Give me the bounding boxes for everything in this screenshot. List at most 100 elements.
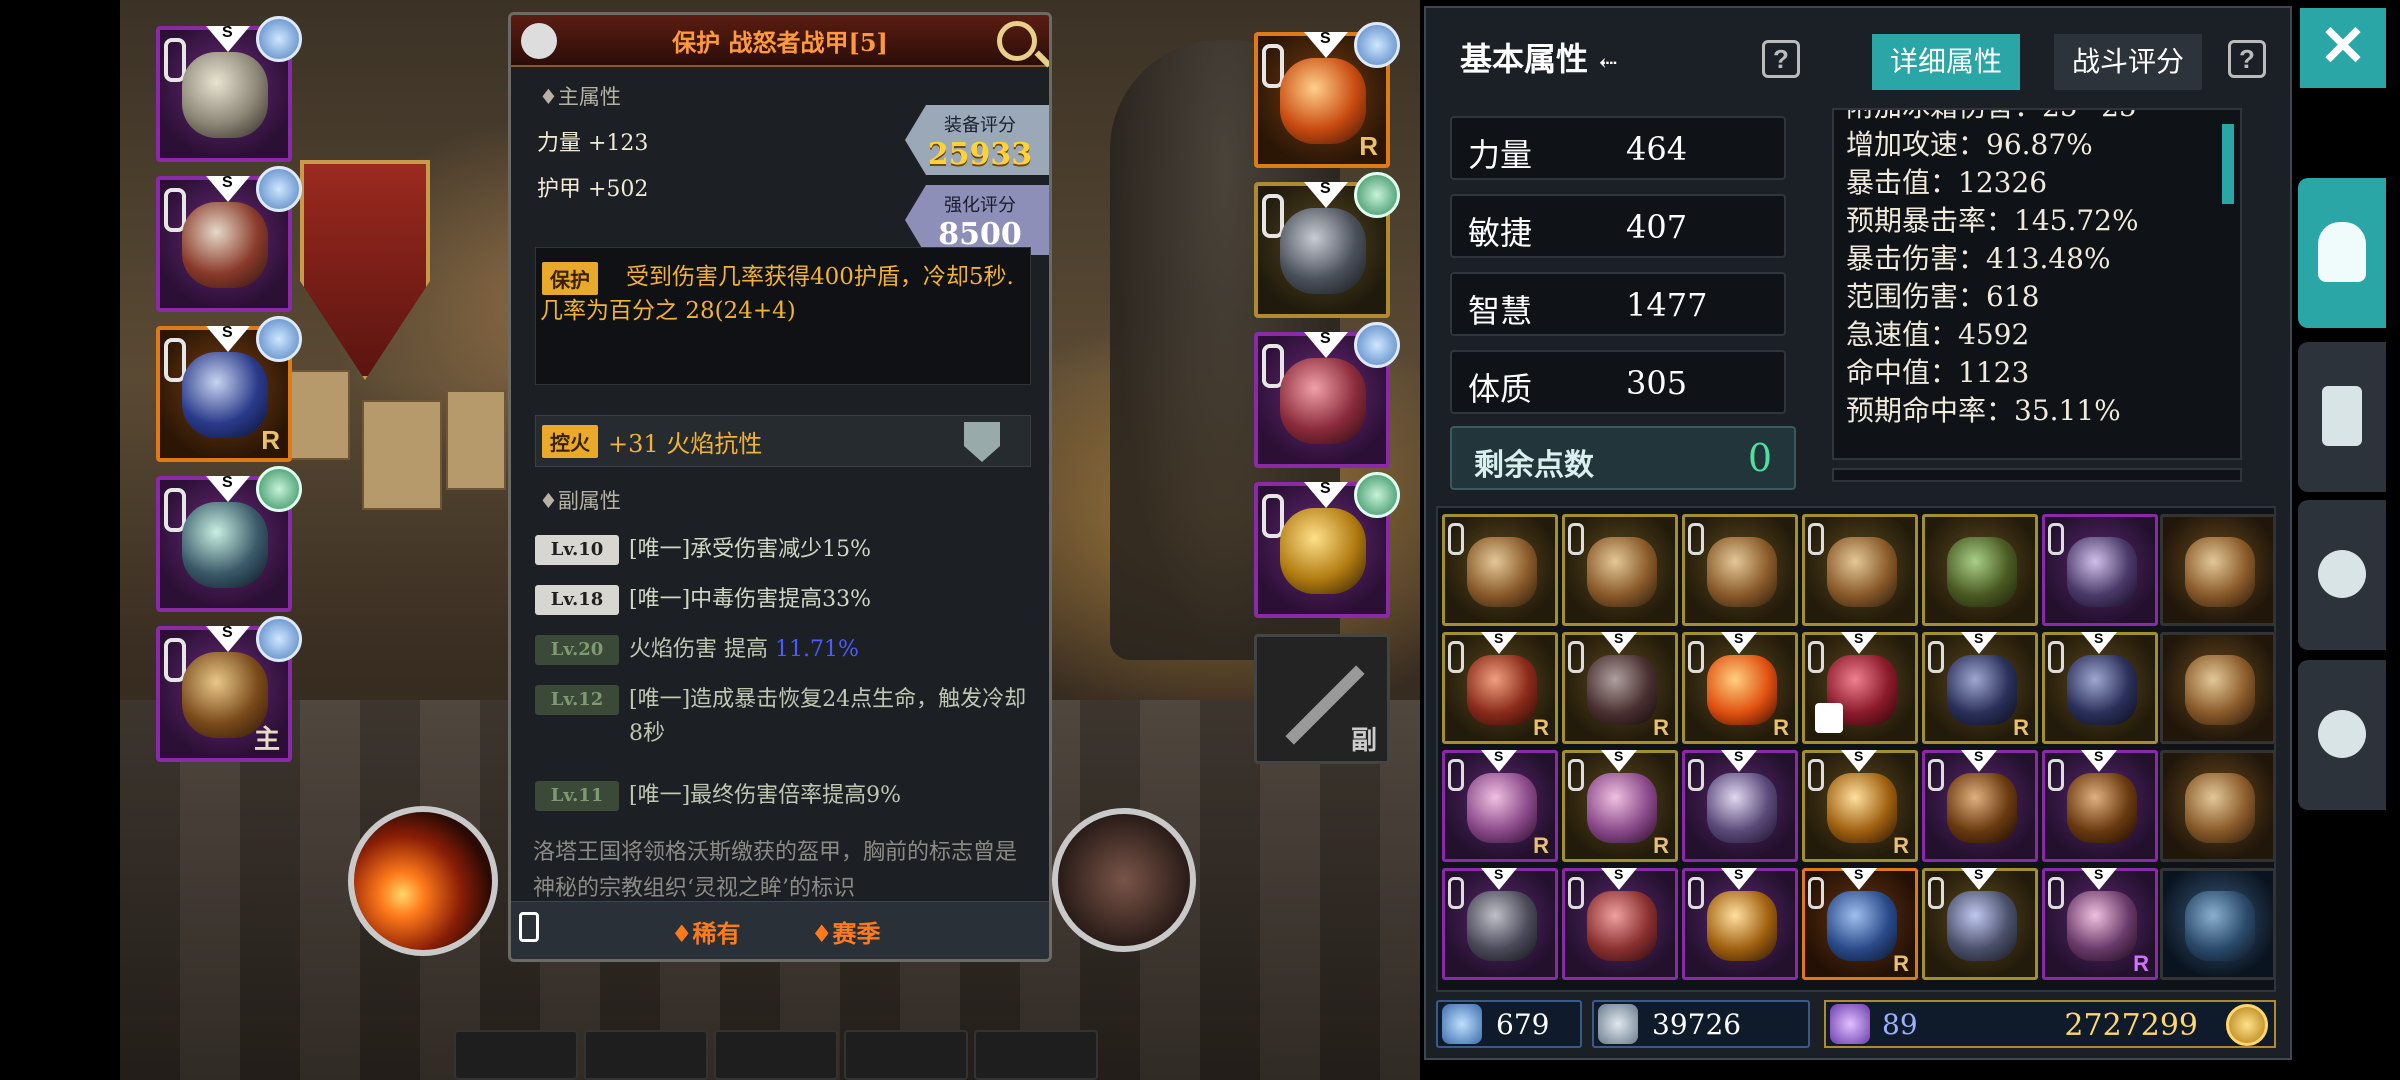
inventory-slot[interactable]: S — [1802, 630, 1918, 744]
side-tab-target[interactable] — [2298, 500, 2386, 650]
equip-slot-ring[interactable]: S — [156, 466, 302, 612]
equip-slot-main-weapon[interactable]: S 主 — [156, 616, 302, 762]
scrollbar[interactable] — [2222, 124, 2234, 204]
wanted-poster — [362, 400, 442, 510]
chain-icon — [2048, 759, 2064, 791]
stat-value: 1477 — [1626, 286, 1708, 324]
bottom-slot[interactable] — [454, 1030, 578, 1080]
bottom-slot[interactable] — [974, 1030, 1098, 1080]
inventory-slot[interactable]: SR — [1562, 748, 1678, 862]
inventory-slot[interactable]: SR — [1442, 748, 1558, 862]
rank-badge-icon — [1354, 322, 1400, 368]
inventory-slot[interactable] — [1562, 514, 1678, 626]
inventory-bag-slot[interactable] — [2160, 868, 2276, 980]
sub-attr-text: [唯一]中毒伤害提高33% — [629, 587, 872, 612]
inventory-slot[interactable]: S — [2042, 748, 2158, 862]
sub-attr-highlight: 11.71% — [775, 637, 859, 662]
inventory-bag-slot[interactable] — [2160, 750, 2276, 862]
s-grade-tag: S — [1481, 866, 1517, 890]
tab-battle-score[interactable]: 战斗评分 — [2054, 34, 2203, 90]
rare-marker: R — [1533, 833, 1549, 858]
s-grade-tag: S — [1961, 748, 1997, 772]
equip-slot-helmet[interactable]: S — [156, 16, 302, 162]
equip-slot-necklace[interactable]: S R — [1254, 22, 1400, 168]
side-tab-settings[interactable] — [2298, 660, 2386, 810]
inventory-slot[interactable]: SR — [1802, 866, 1918, 980]
inventory-slot[interactable]: SR — [1442, 630, 1558, 744]
equip-slot-gloves[interactable]: S — [1254, 172, 1400, 318]
inventory-slot[interactable] — [2042, 514, 2158, 626]
tab-detail-attrs[interactable]: 详细属性 — [1872, 34, 2021, 90]
rare-marker: R — [1653, 833, 1669, 858]
inventory-slot[interactable]: S — [2042, 630, 2158, 744]
crystal-sword-icon — [1442, 1004, 1482, 1044]
chain-icon — [1448, 641, 1464, 673]
gear-icon — [2318, 710, 2366, 758]
inventory-slot[interactable]: S — [1922, 748, 2038, 862]
leg-armor-icon — [182, 352, 268, 438]
equip-slot-off-hand[interactable]: 副 — [1254, 634, 1390, 764]
season-label: ♦赛季 — [811, 919, 881, 948]
chain-icon — [1568, 877, 1584, 909]
s-grade-tag: S — [1841, 630, 1877, 654]
side-tab-equipment[interactable] — [2298, 178, 2386, 328]
inventory-slot[interactable]: SR — [1922, 630, 2038, 744]
off-hand-label: 副 — [1350, 726, 1377, 756]
rare-marker: R — [1893, 833, 1909, 858]
basic-attr-title: 基本属性 ⇠ — [1460, 40, 1618, 78]
help-icon[interactable]: ? — [2228, 40, 2266, 78]
inventory-slot[interactable] — [1802, 514, 1918, 626]
fire-meteor-skill-icon[interactable] — [348, 806, 498, 956]
s-grade-tag: S — [1841, 866, 1877, 890]
bottom-slot[interactable] — [844, 1030, 968, 1080]
inventory-slot[interactable]: SR — [2042, 866, 2158, 980]
inventory-slot[interactable] — [1682, 514, 1798, 626]
sub-attr-text: [唯一]造成暴击恢复24点生命，触发冷却8秒 — [629, 687, 1027, 746]
sub-attr-row: Lv.11 [唯一]最终伤害倍率提高9% — [535, 779, 1035, 813]
inventory-slot[interactable]: SR — [1802, 748, 1918, 862]
detail-line: 增加攻速：96.87% — [1846, 128, 2093, 161]
equip-slot-legs[interactable]: S R — [156, 316, 302, 462]
s-grade-tag: S — [2081, 630, 2117, 654]
help-icon[interactable]: ? — [1762, 40, 1800, 78]
inventory-slot[interactable]: S — [1442, 866, 1558, 980]
lock-icon[interactable] — [519, 912, 539, 942]
level-badge: Lv.11 — [535, 781, 619, 811]
s-grade-tag: S — [1601, 630, 1637, 654]
inventory-slot[interactable]: S — [1682, 866, 1798, 980]
inventory-slot[interactable] — [1442, 514, 1558, 626]
beast-skill-icon[interactable] — [1052, 808, 1196, 952]
remaining-points: 剩余点数 0 — [1450, 426, 1796, 490]
chain-icon — [1568, 759, 1584, 791]
effect-tag: 保护 — [542, 262, 598, 295]
s-grade-tag: S — [1304, 30, 1348, 58]
bottom-slot[interactable] — [584, 1030, 708, 1080]
gauntlet-icon — [1467, 655, 1537, 725]
inventory-slot[interactable] — [1922, 514, 2038, 626]
side-tab-gloves[interactable] — [2298, 342, 2386, 492]
bottom-slot[interactable] — [714, 1030, 838, 1080]
inventory-slot[interactable]: SR — [1562, 630, 1678, 744]
s-grade-tag: S — [1601, 748, 1637, 772]
equip-slot-shoulder[interactable]: S — [156, 166, 302, 312]
item-title: 保护 战怒者战甲[5] — [672, 27, 888, 57]
magnifier-icon[interactable] — [997, 21, 1037, 61]
inventory-slot[interactable]: S — [1682, 748, 1798, 862]
ring-icon — [182, 502, 268, 588]
s-grade-tag: S — [1481, 748, 1517, 772]
inventory-bag-slot[interactable] — [2160, 514, 2276, 626]
equip-slot-ring-2[interactable]: S — [1254, 472, 1400, 618]
rank-badge-icon — [256, 166, 302, 212]
detail-line: 预期暴击率：145.72% — [1846, 204, 2139, 237]
stat-wisdom: 智慧 1477 — [1450, 272, 1786, 336]
sub-attr-row: Lv.10 [唯一]承受伤害减少15% — [535, 533, 1035, 567]
equip-slot-boots[interactable]: S — [1254, 322, 1400, 468]
close-button[interactable]: ✕ — [2300, 8, 2386, 88]
stat-name: 体质 — [1468, 370, 1533, 408]
detail-attr-list[interactable]: 附加冰霜伤害：25~25 增加攻速：96.87% 暴击值：12326 预期暴击率… — [1832, 108, 2242, 460]
inventory-slot[interactable]: S — [1562, 866, 1678, 980]
inventory-bag-slot[interactable] — [2160, 632, 2276, 744]
inventory-slot[interactable]: S — [1922, 866, 2038, 980]
sub-attr-row: Lv.18 [唯一]中毒伤害提高33% — [535, 583, 1035, 617]
inventory-slot[interactable]: SR — [1682, 630, 1798, 744]
